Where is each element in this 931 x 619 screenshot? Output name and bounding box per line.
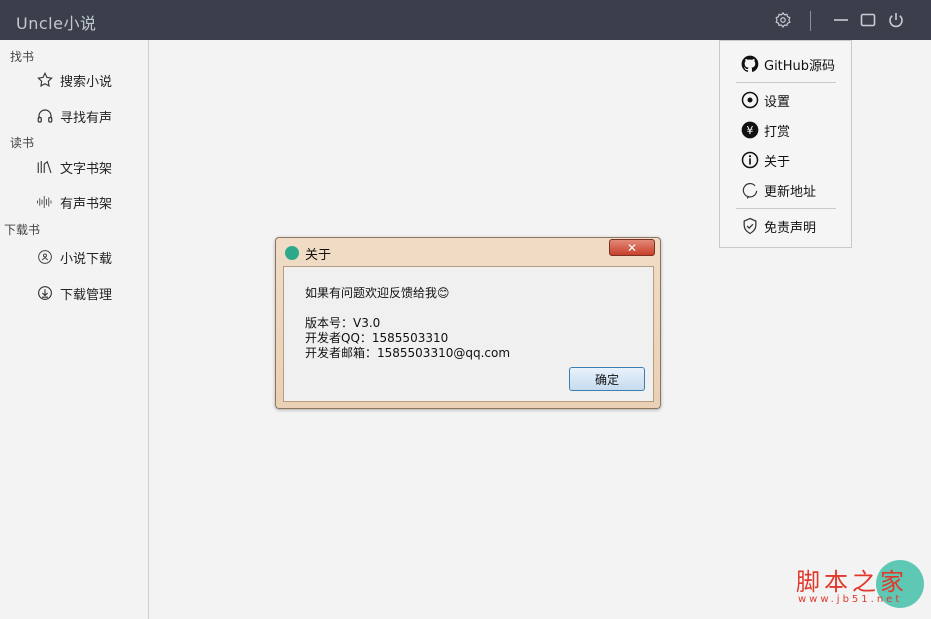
menu-item-label: 关于: [764, 154, 791, 170]
books-icon: [37, 160, 52, 174]
watermark-url: www.jb51.net: [798, 594, 903, 605]
menu-item-label: 更新地址: [764, 184, 817, 200]
shield-icon: [743, 217, 757, 235]
dialog-title: 关于: [305, 247, 332, 263]
watermark-logo: 脚本之家 www.jb51.net: [790, 560, 931, 619]
menu-item-label: 设置: [764, 94, 791, 110]
power-icon[interactable]: [887, 11, 905, 29]
sidebar-item-search-novel[interactable]: 搜索小说: [36, 69, 112, 91]
dialog-title-bar: 关于: [285, 243, 331, 263]
sidebar-item-label: 有声书架: [60, 196, 113, 212]
dialog-close-button[interactable]: ✕: [609, 239, 655, 256]
refresh-icon: [742, 183, 758, 199]
menu-item-label: 免责声明: [764, 220, 817, 236]
cloud-download-icon: [38, 286, 52, 300]
settings-menu: GitHub源码 设置 ¥ 打赏 关于 更新地址 免责声明: [719, 40, 852, 248]
app-logo-icon: [285, 246, 299, 260]
maximize-icon[interactable]: [859, 11, 877, 29]
sidebar-item-novel-download[interactable]: 小说下载: [36, 246, 112, 268]
dialog-message: 如果有问题欢迎反馈给我😊: [305, 286, 450, 300]
menu-item-update-url[interactable]: 更新地址: [740, 179, 816, 201]
sidebar-item-label: 下载管理: [60, 287, 113, 303]
menu-divider: [736, 82, 836, 83]
menu-item-donate[interactable]: ¥ 打赏: [740, 119, 790, 141]
sidebar-item-download-manager[interactable]: 下载管理: [36, 282, 112, 304]
headphones-icon: [37, 109, 53, 123]
menu-item-about[interactable]: 关于: [740, 149, 790, 171]
info-icon: [741, 151, 759, 169]
about-dialog: 关于 ✕ 如果有问题欢迎反馈给我😊 版本号：V3.0 开发者QQ：1585503…: [275, 237, 661, 409]
title-bar: Uncle小说: [0, 0, 931, 40]
menu-item-label: GitHub源码: [764, 58, 836, 74]
audio-wave-icon: [37, 196, 52, 208]
star-icon: [37, 71, 53, 87]
sidebar-group-read: 读书: [10, 136, 35, 150]
dialog-body: 如果有问题欢迎反馈给我😊 版本号：V3.0 开发者QQ：1585503310 开…: [283, 266, 654, 402]
sidebar: 找书 搜索小说 寻找有声 读书 文字书架 有声书架 下载书 小说下载 下载管理: [0, 40, 149, 619]
watermark-title: 脚本之家: [796, 568, 908, 596]
svg-text:¥: ¥: [747, 124, 754, 137]
menu-item-github[interactable]: GitHub源码: [740, 53, 835, 75]
minimize-icon[interactable]: [832, 11, 850, 29]
target-icon: [741, 91, 759, 109]
download-badge-icon: [38, 250, 52, 264]
app-title: Uncle小说: [16, 14, 97, 33]
menu-item-settings[interactable]: 设置: [740, 89, 790, 111]
menu-item-disclaimer[interactable]: 免责声明: [740, 215, 816, 237]
menu-divider: [736, 208, 836, 209]
github-icon: [741, 55, 759, 72]
sidebar-group-download: 下载书: [4, 223, 41, 237]
ok-button[interactable]: 确定: [569, 367, 645, 391]
sidebar-group-find: 找书: [10, 50, 35, 64]
sidebar-item-label: 小说下载: [60, 251, 113, 267]
menu-item-label: 打赏: [764, 124, 791, 140]
sidebar-item-label: 搜索小说: [60, 74, 113, 90]
dialog-email: 开发者邮箱：1585503310@qq.com: [305, 346, 511, 360]
sidebar-item-label: 文字书架: [60, 161, 113, 177]
sidebar-item-find-audio[interactable]: 寻找有声: [36, 105, 112, 127]
settings-gear-icon[interactable]: [774, 11, 792, 29]
yen-icon: ¥: [741, 121, 759, 139]
sidebar-item-audio-shelf[interactable]: 有声书架: [36, 191, 112, 213]
titlebar-divider: [810, 11, 811, 31]
sidebar-item-label: 寻找有声: [60, 110, 113, 126]
sidebar-item-text-shelf[interactable]: 文字书架: [36, 156, 112, 178]
